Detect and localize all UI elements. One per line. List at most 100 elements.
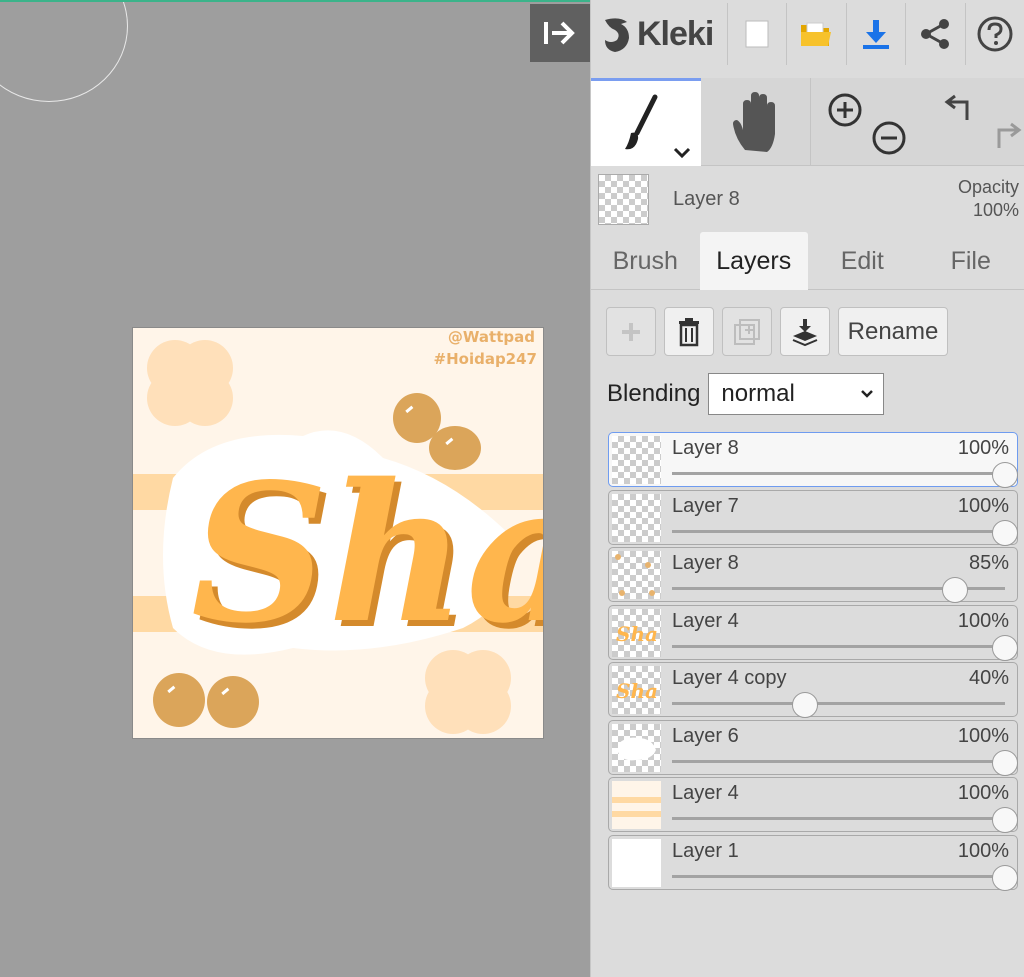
hand-tool[interactable]: [701, 78, 811, 166]
layer-opacity-slider-handle[interactable]: [992, 519, 1018, 546]
app-name: Kleki: [637, 14, 714, 53]
download-icon: [862, 20, 889, 49]
trash-icon: [679, 317, 699, 346]
duplicate-layer-button[interactable]: [722, 307, 772, 356]
current-layer-info: Layer 8 Opacity 100%: [591, 168, 1024, 230]
layer-opacity-slider-handle[interactable]: [992, 864, 1018, 891]
layer-row[interactable]: Layer 6 100%: [608, 719, 1018, 776]
layer-row[interactable]: Layer 8 100%: [608, 432, 1018, 488]
brush-tool[interactable]: [591, 78, 701, 166]
layer-thumbnail: [612, 723, 661, 772]
add-layer-button[interactable]: [606, 307, 656, 356]
help-button[interactable]: [966, 3, 1024, 65]
canvas-area[interactable]: Sha Sha @Wattpad #Hoidap247: [0, 2, 590, 977]
open-file-button[interactable]: [787, 3, 847, 65]
layer-opacity-value: 100%: [957, 724, 1009, 747]
blending-select[interactable]: normal: [708, 373, 885, 415]
hand-icon: [733, 92, 775, 152]
share-button[interactable]: [906, 3, 966, 65]
layer-name: Layer 4: [672, 609, 739, 632]
svg-text:Sha: Sha: [616, 679, 658, 703]
svg-text:Sha: Sha: [191, 442, 543, 665]
collapse-panel-button[interactable]: [530, 4, 590, 62]
layer-thumbnail: [612, 436, 661, 484]
kleki-logo[interactable]: Kleki: [591, 3, 728, 65]
chevron-down-icon: [861, 390, 874, 398]
tab-file[interactable]: File: [917, 232, 1024, 290]
merge-down-button[interactable]: [780, 307, 830, 356]
current-layer-name: Layer 8: [673, 188, 740, 210]
bokeh-top-left: [147, 340, 233, 426]
zoom-in-icon[interactable]: [825, 90, 865, 130]
layer-opacity-slider-handle[interactable]: [992, 807, 1018, 833]
save-download-button[interactable]: [847, 3, 907, 65]
layer-opacity-slider-handle[interactable]: [992, 634, 1018, 661]
layer-opacity-value: 100%: [957, 437, 1009, 459]
collapse-arrow-icon: [544, 21, 575, 45]
watermark-line1: @Wattpad: [448, 328, 535, 346]
merge-down-icon: [792, 318, 818, 346]
layer-opacity-value: 100%: [957, 609, 1009, 632]
layer-opacity-slider[interactable]: [672, 874, 1005, 878]
layer-thumbnail: [612, 838, 661, 887]
redo-icon[interactable]: [985, 118, 1024, 154]
layer-name: Layer 8: [672, 552, 739, 574]
layer-row[interactable]: Sha Layer 4 100%: [608, 604, 1018, 661]
blending-control: Blending normal: [607, 373, 885, 415]
layer-opacity-slider-handle[interactable]: [792, 692, 819, 718]
new-file-button[interactable]: [728, 3, 788, 65]
layer-opacity-slider-handle[interactable]: [992, 749, 1018, 776]
layer-thumbnail: [612, 551, 661, 599]
current-layer-thumbnail: [598, 174, 649, 225]
layer-opacity-value: 100%: [957, 839, 1009, 862]
tab-edit[interactable]: Edit: [808, 232, 917, 290]
rename-layer-button[interactable]: Rename: [838, 307, 948, 356]
layer-name: Layer 7: [672, 494, 739, 517]
lettering-sha: Sha Sha: [191, 442, 543, 671]
new-file-icon: [745, 20, 769, 48]
tab-layers[interactable]: Layers: [699, 232, 808, 290]
side-panel: Kleki Layer 8 Opacity 100% Brush Layers …: [590, 0, 1024, 977]
layer-thumbnail: Sha: [612, 608, 661, 657]
layer-actions: Rename: [606, 307, 948, 356]
layer-opacity-slider[interactable]: [672, 817, 1005, 820]
brush-cursor: [0, 2, 128, 102]
top-toolbar: Kleki: [591, 2, 1024, 66]
blending-value: normal: [721, 380, 795, 407]
layer-row[interactable]: Layer 4 100%: [608, 777, 1018, 833]
folder-icon: [801, 22, 832, 46]
dots-bottom-left: [153, 673, 259, 728]
layer-opacity-value: 40%: [968, 667, 1009, 689]
brush-icon: [625, 94, 691, 159]
layer-row[interactable]: Layer 1 100%: [608, 834, 1018, 891]
layer-opacity-slider[interactable]: [672, 529, 1005, 533]
layer-opacity-slider-handle[interactable]: [992, 462, 1018, 488]
tool-bar: [591, 78, 1024, 166]
tab-brush[interactable]: Brush: [591, 232, 700, 290]
delete-layer-button[interactable]: [664, 307, 714, 356]
layer-row[interactable]: Layer 8 85%: [608, 547, 1018, 603]
layer-row[interactable]: Sha Layer 4 copy 40%: [608, 662, 1018, 718]
layer-opacity-slider[interactable]: [672, 702, 1005, 705]
layer-name: Layer 4 copy: [672, 667, 787, 689]
layer-opacity-slider[interactable]: [672, 472, 1005, 475]
undo-icon[interactable]: [941, 90, 981, 126]
layer-opacity-slider[interactable]: [672, 644, 1005, 648]
layer-opacity-value: 100%: [957, 782, 1009, 804]
zoom-out-icon[interactable]: [869, 118, 909, 158]
opacity-label: Opacity: [957, 177, 1019, 197]
layer-name: Layer 1: [672, 839, 739, 862]
undo-redo-controls: [921, 78, 1024, 166]
layer-opacity-slider-handle[interactable]: [942, 577, 969, 603]
kleki-logo-icon: [605, 18, 629, 52]
artwork-canvas[interactable]: Sha Sha @Wattpad #Hoidap247: [133, 328, 543, 738]
zoom-controls: [811, 78, 921, 166]
layer-thumbnail: [612, 493, 661, 542]
svg-text:Sha: Sha: [616, 622, 658, 646]
layer-thumbnail: Sha: [612, 666, 661, 714]
layer-opacity-slider[interactable]: [672, 759, 1005, 763]
layer-row[interactable]: Layer 7 100%: [608, 489, 1018, 546]
share-icon: [921, 19, 950, 49]
layers-panel: Rename Blending normal Layer 8 100% Layer …: [591, 291, 1024, 977]
plus-icon: [622, 322, 640, 341]
